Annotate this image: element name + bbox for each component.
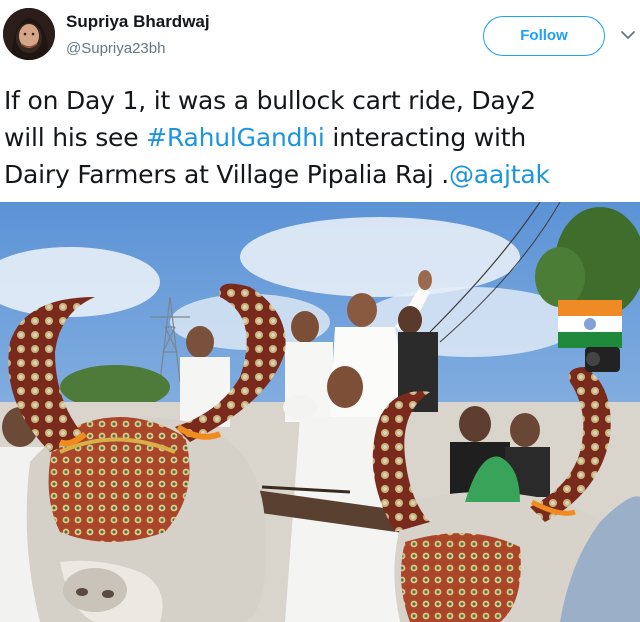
display-name[interactable]: Supriya Bhardwaj (66, 12, 210, 32)
tweet-line-1: If on Day 1, it was a bullock cart ride,… (4, 86, 536, 115)
bullock-cart-photo (0, 202, 640, 622)
tweet-header: Supriya Bhardwaj @Supriya23bh Follow (0, 0, 640, 74)
mention-link[interactable]: @aajtak (449, 160, 550, 189)
tweet-photo[interactable] (0, 202, 640, 622)
tweet-line-3: Dairy Farmers at Village Pipalia Raj .@a… (4, 156, 636, 193)
follow-button[interactable]: Follow (483, 16, 605, 56)
avatar[interactable] (3, 8, 55, 60)
hashtag-link[interactable]: #RahulGandhi (146, 123, 325, 152)
tweet-line-2: will his see #RahulGandhi interacting wi… (4, 119, 636, 156)
tweet-text-segment: will his see (4, 123, 147, 152)
avatar-image (3, 8, 55, 60)
tweet-text: If on Day 1, it was a bullock cart ride,… (4, 82, 636, 193)
tweet-text-segment: Dairy Farmers at Village Pipalia Raj . (4, 160, 449, 189)
tweet-text-segment: interacting with (324, 123, 526, 152)
user-handle[interactable]: @Supriya23bh (66, 40, 165, 57)
chevron-down-icon[interactable] (620, 28, 636, 42)
